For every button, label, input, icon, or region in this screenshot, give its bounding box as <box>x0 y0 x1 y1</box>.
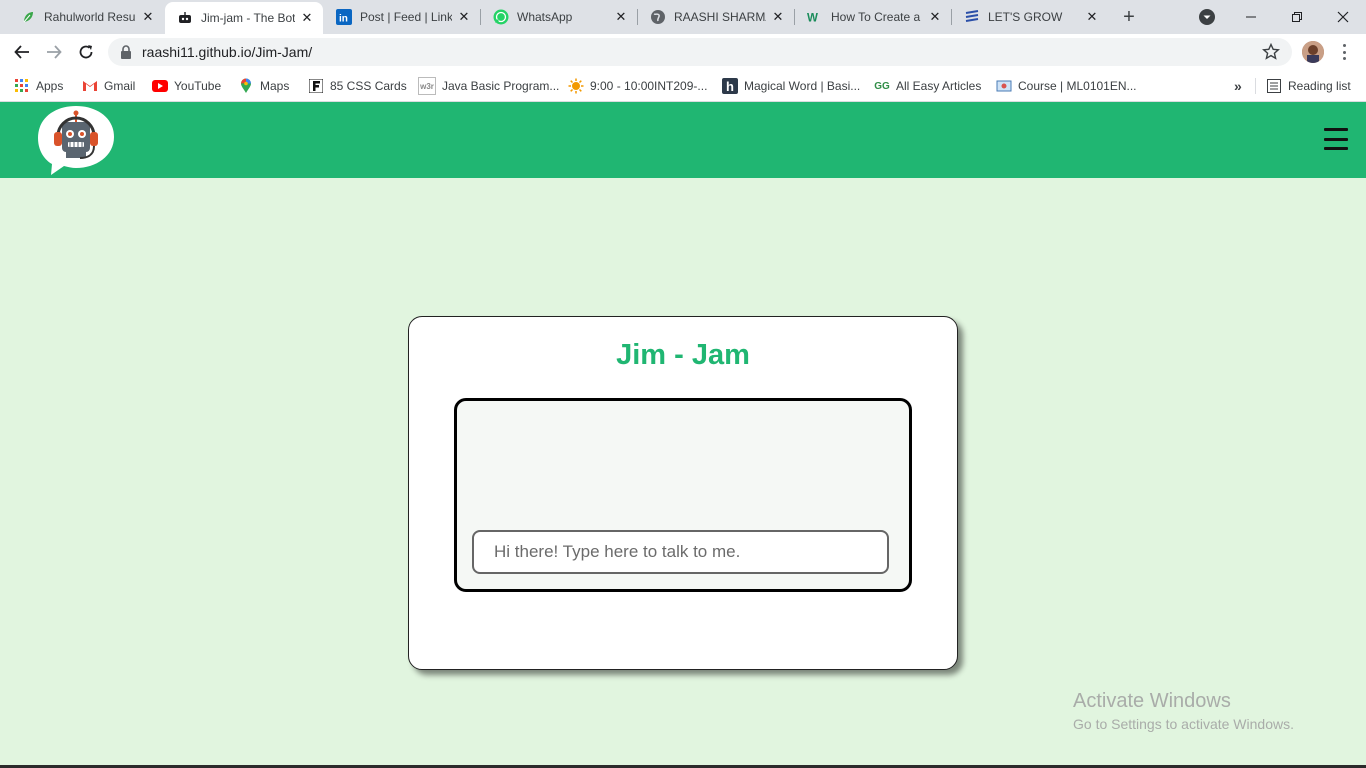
browser-toolbar: raashi11.github.io/Jim-Jam/ <box>0 34 1366 70</box>
bookmark-label: Maps <box>260 79 290 93</box>
tab-rahulworld[interactable]: Rahulworld Resume ✕ <box>8 0 164 34</box>
bot-logo-icon[interactable] <box>36 104 116 176</box>
tab-title: LET'S GROW <box>988 10 1063 24</box>
tab-lets-grow[interactable]: LET'S GROW ✕ <box>952 0 1108 34</box>
tab-raashi-sharma[interactable]: RAASHI SHARMA ✕ <box>638 0 794 34</box>
url-text[interactable]: raashi11.github.io/Jim-Jam/ <box>142 44 312 60</box>
chatbot-card: Jim - Jam <box>408 316 958 670</box>
tab-search-icon[interactable] <box>1198 8 1216 26</box>
minimize-button[interactable] <box>1228 0 1274 34</box>
bookmark-label: Magical Word | Basi... <box>744 79 861 93</box>
bookmark-label: YouTube <box>174 79 222 93</box>
new-tab-button[interactable]: + <box>1118 6 1140 28</box>
restore-button[interactable] <box>1274 0 1320 34</box>
windows-activation-watermark: Activate Windows Go to Settings to activ… <box>1073 690 1294 732</box>
chrome-menu-icon[interactable] <box>1336 42 1352 62</box>
watermark-subtitle: Go to Settings to activate Windows. <box>1073 716 1294 732</box>
maps-pin-icon <box>238 78 254 94</box>
tab-whatsapp[interactable]: WhatsApp ✕ <box>481 0 637 34</box>
reload-icon <box>79 45 93 59</box>
site-header <box>0 102 1366 178</box>
bookmark-label: 9:00 - 10:00INT209-... <box>590 79 708 93</box>
bookmark-maps[interactable]: Maps <box>238 76 289 96</box>
back-button[interactable] <box>8 38 36 66</box>
reading-list-label: Reading list <box>1288 79 1351 93</box>
reload-button[interactable] <box>72 38 100 66</box>
back-arrow-icon <box>14 45 29 59</box>
whatsapp-icon <box>493 9 509 25</box>
bookmark-course-ml0101en[interactable]: Course | ML0101EN... <box>996 76 1137 96</box>
bookmark-label: All Easy Articles <box>896 79 982 93</box>
robot-icon <box>177 10 193 26</box>
bookmark-label: 85 CSS Cards <box>330 79 407 93</box>
gfg-icon: GG <box>874 80 890 92</box>
tab-title: RAASHI SHARMA <box>674 10 766 24</box>
apps-grid-icon <box>14 78 30 94</box>
tab-title: Jim-jam - The Bot <box>201 11 295 25</box>
stack-icon <box>964 9 980 25</box>
close-tab-icon[interactable]: ✕ <box>299 10 315 26</box>
more-bookmarks-button[interactable]: » <box>1234 76 1242 96</box>
close-tab-icon[interactable]: ✕ <box>613 9 629 25</box>
w3r-icon: w3r <box>418 77 436 95</box>
forward-button[interactable] <box>40 38 68 66</box>
linkedin-icon: in <box>336 9 352 25</box>
h-icon: h <box>722 78 738 94</box>
leaf-icon <box>20 9 36 25</box>
bookmark-label: Java Basic Program... <box>442 79 560 93</box>
reading-list-button[interactable]: Reading list <box>1266 76 1351 96</box>
bookmark-magical-word[interactable]: h Magical Word | Basi... <box>722 76 860 96</box>
lock-icon[interactable] <box>120 45 132 64</box>
svg-text:h: h <box>726 79 734 94</box>
tab-title: How To Create a <box>831 10 921 24</box>
page-title: Jim - Jam <box>616 339 750 371</box>
tab-title: Post | Feed | LinkedIn <box>360 10 452 24</box>
tab-linkedin[interactable]: in Post | Feed | LinkedIn ✕ <box>324 0 480 34</box>
profile-avatar[interactable] <box>1302 41 1324 63</box>
bookmark-int209[interactable]: 9:00 - 10:00INT209-... <box>568 76 707 96</box>
svg-text:W: W <box>807 12 818 24</box>
bookmark-label: Gmail <box>104 79 136 93</box>
svg-text:in: in <box>339 14 348 25</box>
watermark-title: Activate Windows <box>1073 690 1231 712</box>
tab-title: Rahulworld Resume <box>44 10 136 24</box>
hamburger-menu-icon[interactable] <box>1324 128 1348 150</box>
f-icon <box>308 78 324 94</box>
close-tab-icon[interactable]: ✕ <box>770 9 786 25</box>
bookmark-label: Apps <box>36 79 64 93</box>
forward-arrow-icon <box>47 45 62 59</box>
chat-window <box>454 398 912 592</box>
globe-icon <box>650 9 666 25</box>
bookmark-gmail[interactable]: Gmail <box>82 76 135 96</box>
close-window-button[interactable] <box>1320 0 1366 34</box>
gmail-icon <box>82 78 98 94</box>
youtube-icon <box>152 78 168 94</box>
w-icon: W <box>807 9 823 25</box>
bookmark-apps[interactable]: Apps <box>14 76 63 96</box>
address-bar[interactable]: raashi11.github.io/Jim-Jam/ <box>108 38 1292 66</box>
close-tab-icon[interactable]: ✕ <box>1084 9 1100 25</box>
bookmark-youtube[interactable]: YouTube <box>152 76 221 96</box>
reading-list-icon <box>1266 78 1282 94</box>
tab-strip: Rahulworld Resume ✕ Jim-jam - The Bot ✕ … <box>0 0 1366 34</box>
bookmark-all-easy-articles[interactable]: GG All Easy Articles <box>874 76 981 96</box>
close-tab-icon[interactable]: ✕ <box>140 9 156 25</box>
sun-icon <box>568 78 584 94</box>
bookmark-java-basic[interactable]: w3r Java Basic Program... <box>418 76 559 96</box>
tab-title: WhatsApp <box>517 10 573 24</box>
bookmark-85-css-cards[interactable]: 85 CSS Cards <box>308 76 407 96</box>
bookmark-star-icon[interactable] <box>1262 42 1280 66</box>
bookmarks-bar: Apps Gmail YouTube Maps 85 CSS Cards w3r… <box>0 70 1366 102</box>
tab-jim-jam[interactable]: Jim-jam - The Bot ✕ <box>165 2 323 34</box>
chat-input[interactable] <box>472 530 889 574</box>
course-icon <box>996 78 1012 94</box>
close-tab-icon[interactable]: ✕ <box>927 9 943 25</box>
tab-how-to-create[interactable]: W How To Create a ✕ <box>795 0 951 34</box>
bookmark-label: Course | ML0101EN... <box>1018 79 1137 93</box>
close-tab-icon[interactable]: ✕ <box>456 9 472 25</box>
